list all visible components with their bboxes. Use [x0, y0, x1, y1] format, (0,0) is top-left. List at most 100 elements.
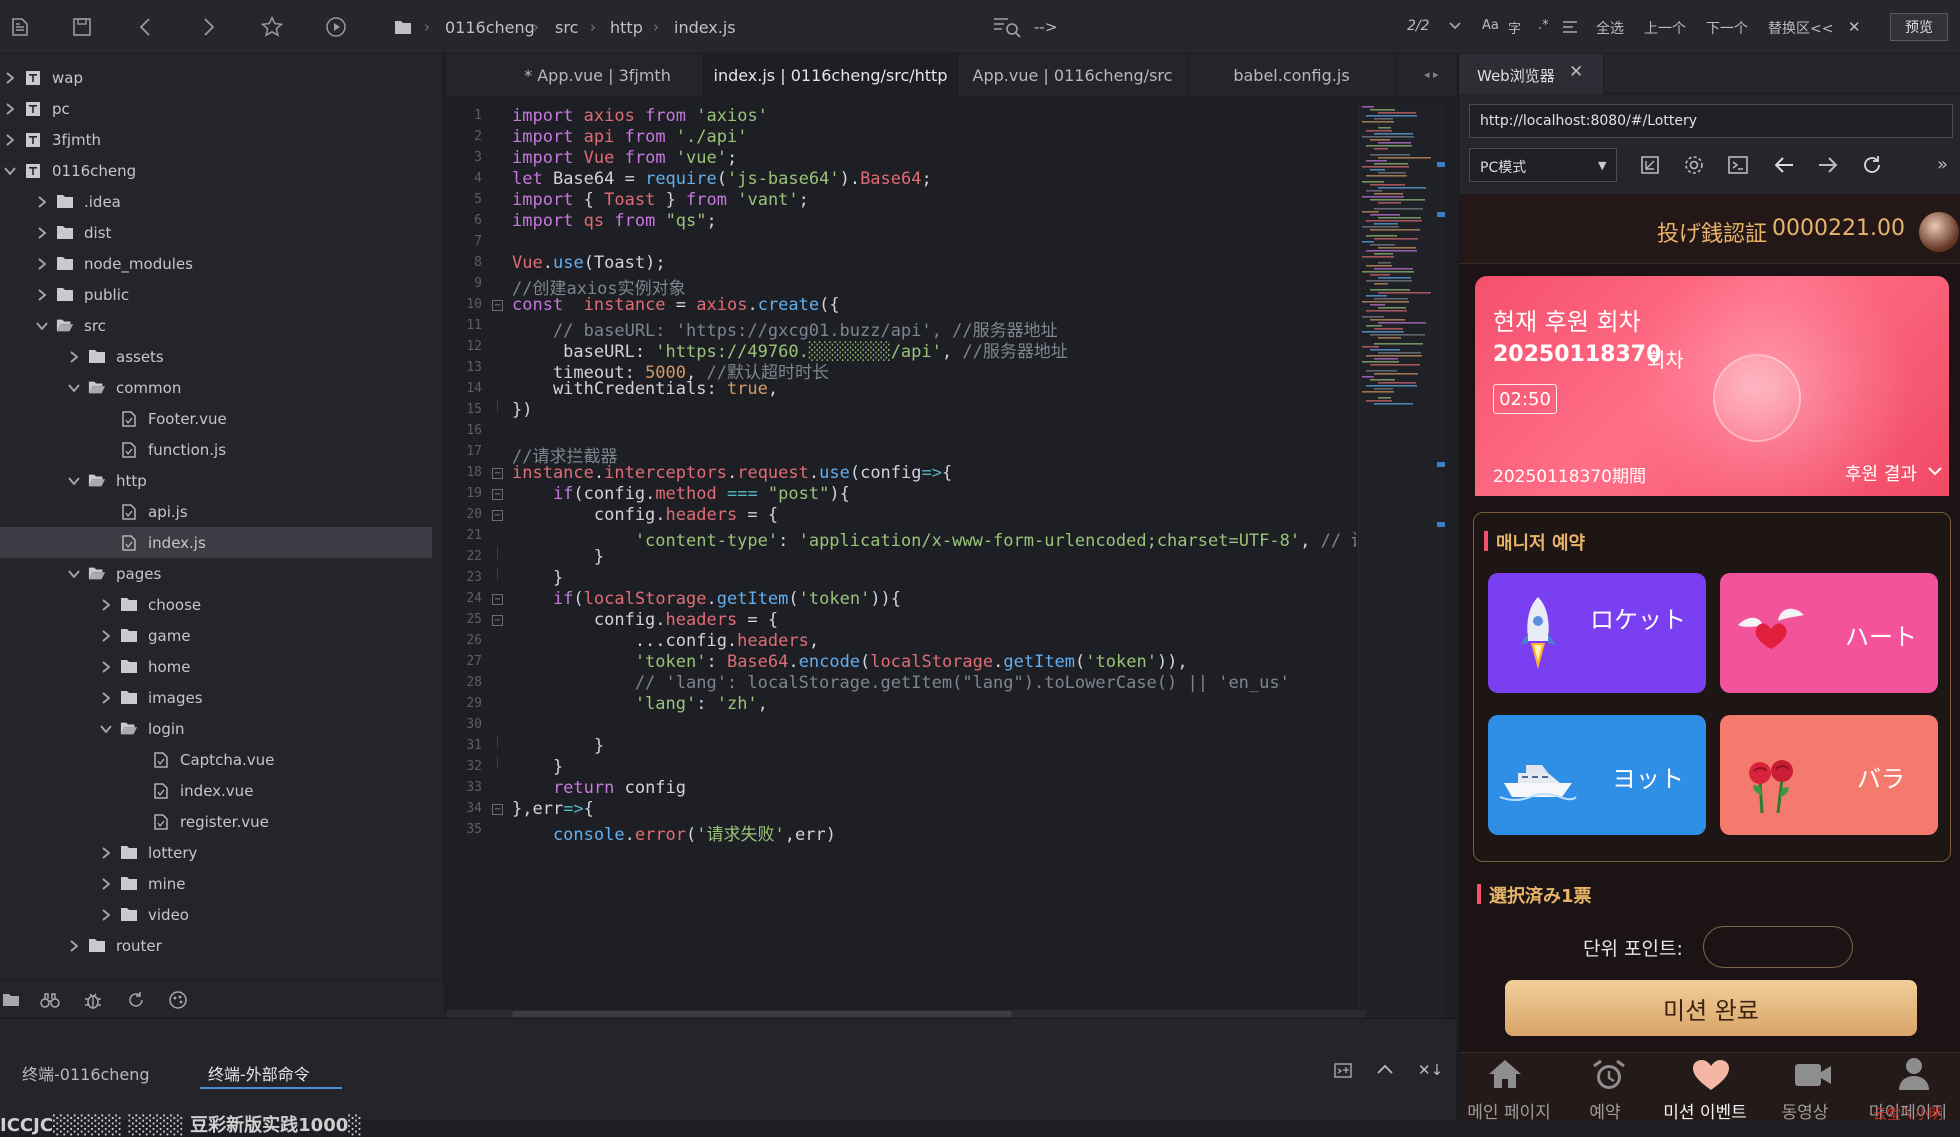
chevron-right-icon[interactable]	[34, 194, 50, 210]
chevron-right-icon[interactable]	[98, 628, 114, 644]
chevron-right-icon[interactable]	[2, 132, 18, 148]
new-terminal-icon[interactable]	[1334, 1061, 1352, 1079]
explorer-icon[interactable]	[2, 991, 20, 1009]
home-icon[interactable]	[1487, 1058, 1523, 1090]
tree-folder-item[interactable]: choose	[0, 589, 432, 620]
tab-app-vue-src[interactable]: App.vue | 0116cheng/src	[958, 54, 1188, 96]
option-rose-button[interactable]: バラ	[1720, 715, 1938, 835]
url-bar[interactable]: http://localhost:8080/#/Lottery	[1469, 104, 1953, 138]
breadcrumb-item[interactable]: index.js	[674, 18, 736, 37]
browser-tab[interactable]: Web浏览器 ✕	[1459, 54, 1604, 94]
tree-folder-item[interactable]: game	[0, 620, 432, 651]
tree-folder-item[interactable]: src	[0, 310, 432, 341]
video-icon[interactable]	[1793, 1060, 1833, 1090]
tree-folder-item[interactable]: home	[0, 651, 432, 682]
prev-match-button[interactable]: 上一个	[1644, 18, 1686, 38]
chevron-down-icon[interactable]	[98, 721, 114, 737]
tree-file-item[interactable]: register.vue	[0, 806, 432, 837]
tree-file-item[interactable]: index.js	[0, 527, 432, 558]
chevron-down-icon[interactable]	[1448, 21, 1462, 31]
close-panel-icon[interactable]: ✕↓	[1418, 1061, 1443, 1079]
whole-word-toggle[interactable]: 字	[1508, 18, 1521, 37]
breadcrumb-item[interactable]: src	[555, 18, 578, 37]
chevron-down-icon[interactable]	[2, 163, 18, 179]
chevron-right-icon[interactable]	[98, 597, 114, 613]
breadcrumb-item[interactable]: http	[610, 18, 643, 37]
screenshot-icon[interactable]	[1639, 154, 1661, 176]
chevron-down-icon[interactable]	[66, 566, 82, 582]
tree-folder-item[interactable]: 3fjmth	[0, 124, 432, 155]
filter-lines-icon[interactable]	[1562, 20, 1578, 34]
chevron-right-icon[interactable]	[98, 876, 114, 892]
tree-folder-item[interactable]: public	[0, 279, 432, 310]
search-input[interactable]: -->	[1034, 18, 1057, 36]
chevron-right-icon[interactable]	[98, 659, 114, 675]
new-file-icon[interactable]	[6, 13, 34, 41]
option-heart-button[interactable]: ハート	[1720, 573, 1938, 693]
breadcrumb-item[interactable]: 0116cheng	[445, 18, 535, 37]
chevron-right-icon[interactable]	[98, 907, 114, 923]
tree-folder-item[interactable]: assets	[0, 341, 432, 372]
tree-folder-item[interactable]: images	[0, 682, 432, 713]
tree-file-item[interactable]: index.vue	[0, 775, 432, 806]
settings-gear-icon[interactable]	[1683, 154, 1705, 176]
chevron-down-icon[interactable]	[66, 380, 82, 396]
tree-folder-item[interactable]: wap	[0, 62, 432, 93]
tree-folder-item[interactable]: common	[0, 372, 432, 403]
tree-folder-item[interactable]: pages	[0, 558, 432, 589]
points-input[interactable]	[1703, 926, 1853, 968]
tab-index-js[interactable]: index.js | 0116cheng/src/http	[704, 54, 958, 96]
match-case-toggle[interactable]: Aa	[1482, 18, 1499, 33]
option-rocket-button[interactable]: ロケット	[1488, 573, 1706, 693]
chevron-right-icon[interactable]	[66, 938, 82, 954]
chevron-right-icon[interactable]	[34, 225, 50, 241]
avatar[interactable]	[1919, 212, 1959, 252]
nav-item-label[interactable]: 예약	[1555, 1098, 1655, 1123]
save-icon[interactable]	[68, 13, 96, 41]
chevron-right-icon[interactable]	[2, 70, 18, 86]
close-tab-icon[interactable]: ✕	[1569, 62, 1583, 82]
heart-icon[interactable]	[1691, 1058, 1731, 1092]
more-tools-icon[interactable]: »	[1937, 154, 1948, 175]
next-match-button[interactable]: 下一个	[1706, 18, 1748, 38]
user-icon[interactable]	[1897, 1056, 1931, 1090]
console-icon[interactable]	[1727, 154, 1749, 176]
chevron-right-icon[interactable]	[34, 256, 50, 272]
chevron-up-icon[interactable]	[1376, 1063, 1394, 1075]
replace-toggle-button[interactable]: 替换区<<	[1768, 18, 1833, 38]
browser-forward-icon[interactable]	[1817, 154, 1839, 176]
tab-scroll-arrows-icon[interactable]: ◂ ▸	[1424, 68, 1439, 81]
tree-folder-item[interactable]: 0116cheng	[0, 155, 432, 186]
horizontal-scrollbar[interactable]	[446, 1010, 1366, 1018]
tree-folder-item[interactable]: node_modules	[0, 248, 432, 279]
regex-toggle[interactable]: .*	[1538, 18, 1549, 33]
nav-item-label[interactable]: 동영상	[1755, 1098, 1855, 1123]
tab-app-vue-3fjmth[interactable]: * App.vue | 3fjmth	[492, 54, 704, 96]
tree-folder-item[interactable]: pc	[0, 93, 432, 124]
chevron-down-icon[interactable]	[34, 318, 50, 334]
chevron-right-icon[interactable]	[34, 287, 50, 303]
reload-icon[interactable]	[1861, 154, 1883, 176]
terminal-tab-external[interactable]: 终端-外部命令	[208, 1061, 310, 1085]
star-icon[interactable]	[258, 13, 286, 41]
chevron-right-icon[interactable]	[98, 845, 114, 861]
tree-file-item[interactable]: api.js	[0, 496, 432, 527]
binoculars-icon[interactable]	[40, 991, 60, 1009]
chevron-down-icon[interactable]	[1927, 466, 1943, 478]
nav-item-label[interactable]: 메인 페이지	[1459, 1098, 1559, 1123]
palette-icon[interactable]	[168, 990, 188, 1010]
run-icon[interactable]	[322, 13, 350, 41]
nav-item-label[interactable]: 미션 이벤트	[1655, 1098, 1755, 1123]
preview-button[interactable]: 预览	[1890, 13, 1948, 41]
refresh-icon[interactable]	[126, 990, 146, 1010]
bug-icon[interactable]	[84, 990, 102, 1010]
chevron-right-icon[interactable]	[2, 101, 18, 117]
tree-folder-item[interactable]: video	[0, 899, 432, 930]
chevron-down-icon[interactable]	[66, 473, 82, 489]
close-search-icon[interactable]: ✕	[1848, 18, 1861, 36]
browser-back-icon[interactable]	[1773, 154, 1795, 176]
chevron-right-icon[interactable]	[66, 349, 82, 365]
tree-folder-item[interactable]: dist	[0, 217, 432, 248]
tree-folder-item[interactable]: lottery	[0, 837, 432, 868]
tree-file-item[interactable]: Footer.vue	[0, 403, 432, 434]
